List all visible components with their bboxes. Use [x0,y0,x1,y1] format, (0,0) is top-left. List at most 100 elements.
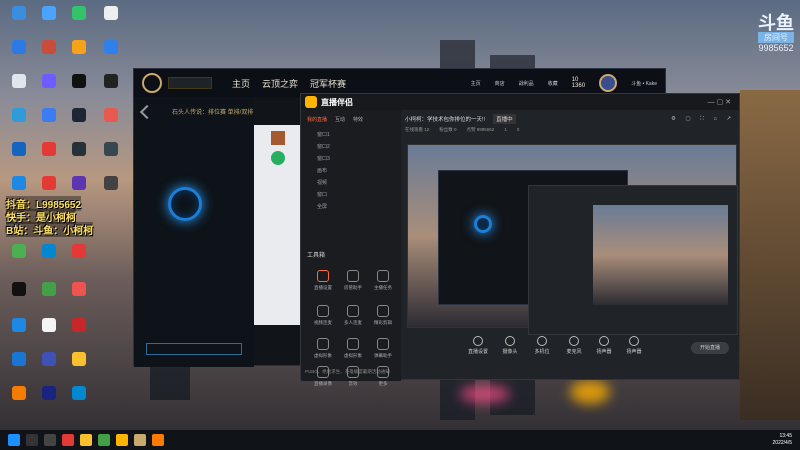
btn-live-settings[interactable]: 直播设置 [463,336,493,355]
desktop-icon[interactable] [62,318,96,334]
taskbar-app-icon[interactable] [134,434,146,446]
stat-b: 0 [516,127,520,132]
desktop-icon[interactable] [62,40,96,56]
nav-icon-loot[interactable]: 战利品 [519,80,534,87]
header-tools[interactable]: ⚙ ▢ ⛶ ⌂ ↗ [671,116,735,123]
desktop-icon[interactable] [94,74,128,90]
taskbar-app-icon[interactable] [152,434,164,446]
desktop-icon[interactable] [2,386,36,402]
scene-item[interactable]: 窗口1 [301,129,401,141]
back-icon[interactable] [139,104,155,120]
taskbar-app-icon[interactable] [62,434,74,446]
lol-logo-icon[interactable] [142,73,162,93]
taskbar-app-icon[interactable] [98,434,110,446]
desktop-icon[interactable] [32,74,66,90]
desktop-icon[interactable] [62,142,96,158]
scene-item[interactable]: 窗口 [301,189,401,201]
tools-label: 工具箱 [307,253,326,259]
desktop-icon[interactable] [2,352,36,368]
desktop-icon[interactable] [94,176,128,192]
chat-input[interactable] [146,343,242,355]
btn-camera[interactable]: 摄像头 [495,336,525,355]
desktop-icon[interactable] [32,282,66,298]
btn-multicam[interactable]: 多机位 [527,336,557,355]
scene-item[interactable]: 视频 [301,177,401,189]
desktop-icon[interactable] [2,6,36,22]
nav-icon-collection[interactable]: 收藏 [548,80,558,87]
queue-orb-icon [168,187,202,221]
desktop-icon[interactable] [62,6,96,22]
desktop-icon[interactable] [2,40,36,56]
desktop-icon[interactable] [32,176,66,192]
scene-item[interactable]: 窗口2 [301,141,401,153]
avatar[interactable] [599,74,618,92]
window-controls[interactable]: — ▢ ✕ [708,98,731,106]
desktop-icon[interactable] [32,108,66,124]
desktop-icon[interactable] [94,142,128,158]
scene-item[interactable]: 窗口3 [301,153,401,165]
menu-live[interactable]: 我的直播 [307,116,327,123]
desktop-icon[interactable] [32,244,66,260]
start-live-button[interactable]: 开始直播 [691,342,729,354]
desktop-icon[interactable] [62,386,96,402]
btn-speaker[interactable]: 扬声器 [589,336,619,355]
nav-icon-home[interactable]: 主页 [471,80,481,87]
taskview-icon[interactable] [44,434,56,446]
desktop-icon[interactable] [62,74,96,90]
desktop-icon[interactable] [62,282,96,298]
btn-mic[interactable]: 麦克风 [559,336,589,355]
stat-a: 1 [504,127,507,132]
desktop-icon[interactable] [2,108,36,124]
friend-avatar[interactable] [271,151,285,165]
desktop-icon[interactable] [94,40,128,56]
menu-interact[interactable]: 互动 [335,116,345,123]
tool-task[interactable]: 主播任务 [365,270,401,291]
menu-effect[interactable]: 特效 [353,116,363,123]
desktop-icon[interactable] [2,244,36,260]
btn-speaker-2[interactable]: 扬声器 [619,336,649,355]
play-button[interactable] [168,77,212,89]
summoner-name: 斗鱼 • Kake [631,80,657,87]
clock-date: 2022/4/5 [772,440,792,446]
douyu-watermark: 斗鱼 房间号 9985652 [758,14,794,53]
nav-home[interactable]: 主页 [232,77,250,90]
friend-avatar[interactable] [271,131,285,145]
desktop-icon[interactable] [2,282,36,298]
desktop-icon[interactable] [94,108,128,124]
nav-clash[interactable]: 冠军杯赛 [310,77,346,90]
live-preview[interactable] [407,144,738,335]
clock-time: 13:45 [779,433,792,439]
preview-orb-icon [474,215,492,233]
tool-danmu[interactable]: 弹幕助手 [365,338,401,359]
desktop-icon[interactable] [32,352,66,368]
stat-viewers: 在线观看 12 [405,127,430,132]
social-panel [254,125,302,325]
desktop-icon[interactable] [32,142,66,158]
start-button[interactable] [8,434,20,446]
desktop-icon[interactable] [2,142,36,158]
desktop-icon[interactable] [94,6,128,22]
desktop-icon[interactable] [32,386,66,402]
desktop-icon[interactable] [62,244,96,260]
desktop-icon[interactable] [2,318,36,334]
desktop-icon[interactable] [62,108,96,124]
nav-icon-store[interactable]: 商店 [495,80,505,87]
desktop-icon[interactable] [32,318,66,334]
live-status: 直播中 [493,114,516,124]
desktop-icon[interactable] [62,352,96,368]
be-count: 1360 [571,83,586,89]
desktop-icon[interactable] [2,74,36,90]
taskbar-app-icon[interactable] [80,434,92,446]
desktop-icon[interactable] [32,6,66,22]
system-clock[interactable]: 13:45 2022/4/5 [773,433,792,447]
tool-clip[interactable]: 精彩剪辑 [365,305,401,326]
nav-tft[interactable]: 云顶之弈 [262,77,298,90]
desktop-icon[interactable] [2,176,36,192]
room-title[interactable]: 小柯柯：学技术包你排位的一天!! [405,115,485,123]
desktop-icon[interactable] [62,176,96,192]
desktop-icon[interactable] [32,40,66,56]
search-icon[interactable] [26,434,38,446]
scene-item[interactable]: 全屏 [301,201,401,213]
scene-item[interactable]: 画布 [301,165,401,177]
taskbar-app-icon[interactable] [116,434,128,446]
